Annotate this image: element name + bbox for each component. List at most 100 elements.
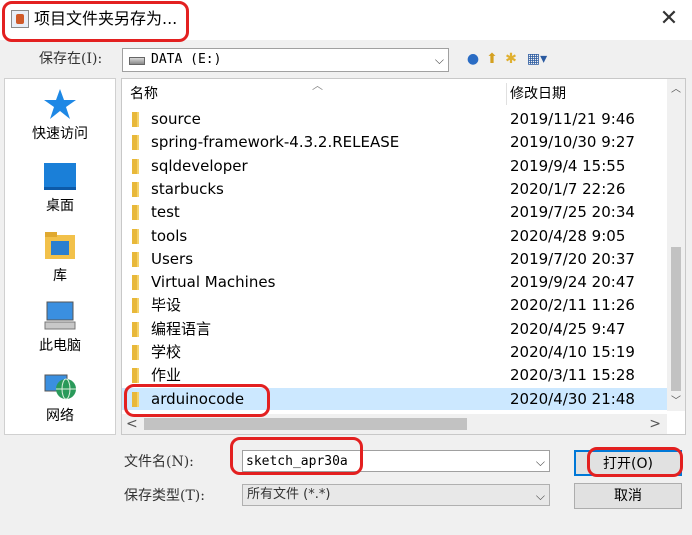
filetype-value: 所有文件 (*.*) — [247, 487, 331, 502]
folder-name: test — [151, 203, 180, 222]
modified-date: 2020/4/30 21:48 — [510, 389, 635, 408]
table-row[interactable]: Users 2019/7/20 20:37 — [122, 248, 667, 270]
filename-field[interactable]: ⌵ — [242, 450, 550, 472]
filetype-label: 保存类型(T): — [124, 488, 205, 504]
folder-icon — [132, 205, 139, 221]
network-icon — [44, 374, 76, 400]
folder-icon — [132, 228, 139, 244]
folder-name: spring-framework-4.3.2.RELEASE — [151, 133, 400, 152]
table-row[interactable]: source 2019/11/21 9:46 — [122, 108, 667, 130]
hscroll-thumb[interactable] — [144, 418, 467, 430]
table-row[interactable]: starbucks 2020/1/7 22:26 — [122, 178, 667, 200]
table-row[interactable]: spring-framework-4.3.2.RELEASE 2019/10/30… — [122, 131, 667, 153]
folder-icon — [132, 275, 139, 291]
table-row[interactable]: sqldeveloper 2019/9/4 15:55 — [122, 155, 667, 177]
open-button[interactable]: 打开(O) — [574, 450, 682, 476]
chevron-down-icon: ⌵ — [434, 53, 444, 67]
column-header-date[interactable]: 修改日期 — [510, 83, 566, 105]
chevron-down-icon: ⌵ — [535, 489, 545, 503]
look-in-value: DATA (E:) — [151, 52, 222, 67]
folder-name: source — [151, 110, 201, 128]
filename-input[interactable] — [243, 451, 526, 471]
table-row[interactable]: 编程语言 2020/4/25 9:47 — [122, 318, 667, 340]
table-row[interactable]: test 2019/7/25 20:34 — [122, 201, 667, 223]
list-header: 名称 ︿ 修改日期 — [122, 79, 667, 105]
library-icon — [45, 232, 75, 259]
close-icon[interactable]: ✕ — [656, 6, 682, 32]
table-row[interactable]: 学校 2020/4/10 15:19 — [122, 341, 667, 363]
filename-label: 文件名(N): — [124, 454, 194, 470]
folder-name: 毕设 — [151, 296, 182, 315]
folder-icon — [132, 181, 139, 197]
modified-date: 2020/4/25 9:47 — [510, 319, 626, 338]
place-this-pc[interactable]: 此电脑 — [5, 299, 115, 359]
cancel-button[interactable]: 取消 — [574, 483, 682, 509]
table-row[interactable]: tools 2020/4/28 9:05 — [122, 225, 667, 247]
place-label: 桌面 — [46, 198, 74, 214]
folder-icon — [132, 158, 139, 174]
table-row[interactable]: 作业 2020/3/11 15:28 — [122, 364, 667, 386]
modified-date: 2019/11/21 9:46 — [510, 110, 635, 128]
folder-icon — [132, 298, 139, 314]
sort-ascending-icon: ︿ — [312, 79, 323, 92]
folder-name: tools — [151, 226, 188, 245]
table-row[interactable]: arduinocode 2020/4/30 21:48 — [122, 387, 667, 410]
scroll-up-icon[interactable]: ︿ — [667, 81, 685, 99]
folder-name: Virtual Machines — [151, 273, 276, 292]
view-menu-icon[interactable]: ▦▾ — [524, 50, 550, 68]
new-folder-icon[interactable]: ✱ — [503, 50, 519, 68]
folder-icon — [132, 112, 139, 127]
table-row[interactable]: 毕设 2020/2/11 11:26 — [122, 294, 667, 316]
folder-name: 作业 — [151, 366, 182, 385]
folder-name: Users — [151, 249, 194, 268]
folder-icon — [132, 135, 139, 151]
modified-date: 2020/2/11 11:26 — [510, 296, 635, 315]
scroll-left-icon[interactable]: < — [126, 414, 138, 434]
place-network[interactable]: 网络 — [5, 369, 115, 429]
drive-icon — [129, 57, 145, 65]
place-label: 此电脑 — [39, 338, 81, 354]
column-header-name[interactable]: 名称 — [130, 83, 158, 105]
folder-icon — [132, 251, 139, 267]
modified-date: 2019/7/25 20:34 — [510, 203, 635, 222]
horizontal-scrollbar[interactable]: < > — [122, 414, 667, 434]
folder-name: starbucks — [151, 179, 224, 198]
modified-date: 2020/3/11 15:28 — [510, 366, 635, 385]
folder-icon — [132, 391, 139, 407]
back-icon[interactable]: ● — [465, 50, 481, 68]
vertical-scrollbar[interactable]: ︿ ﹀ — [667, 79, 685, 411]
dialog-title: 项目文件夹另存为... — [34, 9, 178, 28]
scroll-thumb[interactable] — [671, 247, 681, 391]
save-dialog: 项目文件夹另存为... ✕ 保存在(I): DATA (E:) ⌵ ● ⬆ ✱ … — [0, 0, 692, 535]
place-quick-access[interactable]: 快速访问 — [5, 87, 115, 147]
modified-date: 2020/1/7 22:26 — [510, 179, 626, 198]
modified-date: 2020/4/28 9:05 — [510, 226, 626, 245]
scroll-down-icon[interactable]: ﹀ — [667, 393, 685, 411]
folder-name: sqldeveloper — [151, 156, 248, 175]
file-list: 名称 ︿ 修改日期 source 2019/11/21 9:46 spring-fr… — [121, 78, 686, 435]
places-bar: 快速访问 桌面 库 此电脑 网络 — [4, 78, 116, 435]
title-bar: 项目文件夹另存为... ✕ — [0, 0, 692, 40]
place-desktop[interactable]: 桌面 — [5, 159, 115, 219]
place-label: 网络 — [46, 408, 74, 424]
folder-name: 学校 — [151, 343, 182, 361]
folder-name: 编程语言 — [151, 319, 212, 338]
modified-date: 2020/4/10 15:19 — [510, 343, 635, 361]
look-in-combo[interactable]: DATA (E:) ⌵ — [122, 48, 449, 72]
look-in-label: 保存在(I): — [39, 51, 103, 67]
modified-date: 2019/10/30 9:27 — [510, 133, 635, 152]
filetype-combo[interactable]: 所有文件 (*.*) ⌵ — [242, 484, 550, 506]
table-row[interactable]: Virtual Machines 2019/9/24 20:47 — [122, 271, 667, 293]
column-divider[interactable] — [506, 83, 507, 105]
scroll-right-icon[interactable]: > — [649, 414, 661, 434]
computer-icon — [44, 301, 76, 330]
folder-icon — [132, 368, 139, 384]
up-folder-icon[interactable]: ⬆ — [484, 50, 500, 68]
place-library[interactable]: 库 — [5, 229, 115, 289]
place-label: 快速访问 — [32, 126, 88, 142]
modified-date: 2019/9/24 20:47 — [510, 273, 635, 292]
star-icon — [44, 89, 76, 119]
chevron-down-icon[interactable]: ⌵ — [536, 452, 545, 472]
desktop-icon — [44, 163, 76, 190]
modified-date: 2019/7/20 20:37 — [510, 249, 635, 268]
